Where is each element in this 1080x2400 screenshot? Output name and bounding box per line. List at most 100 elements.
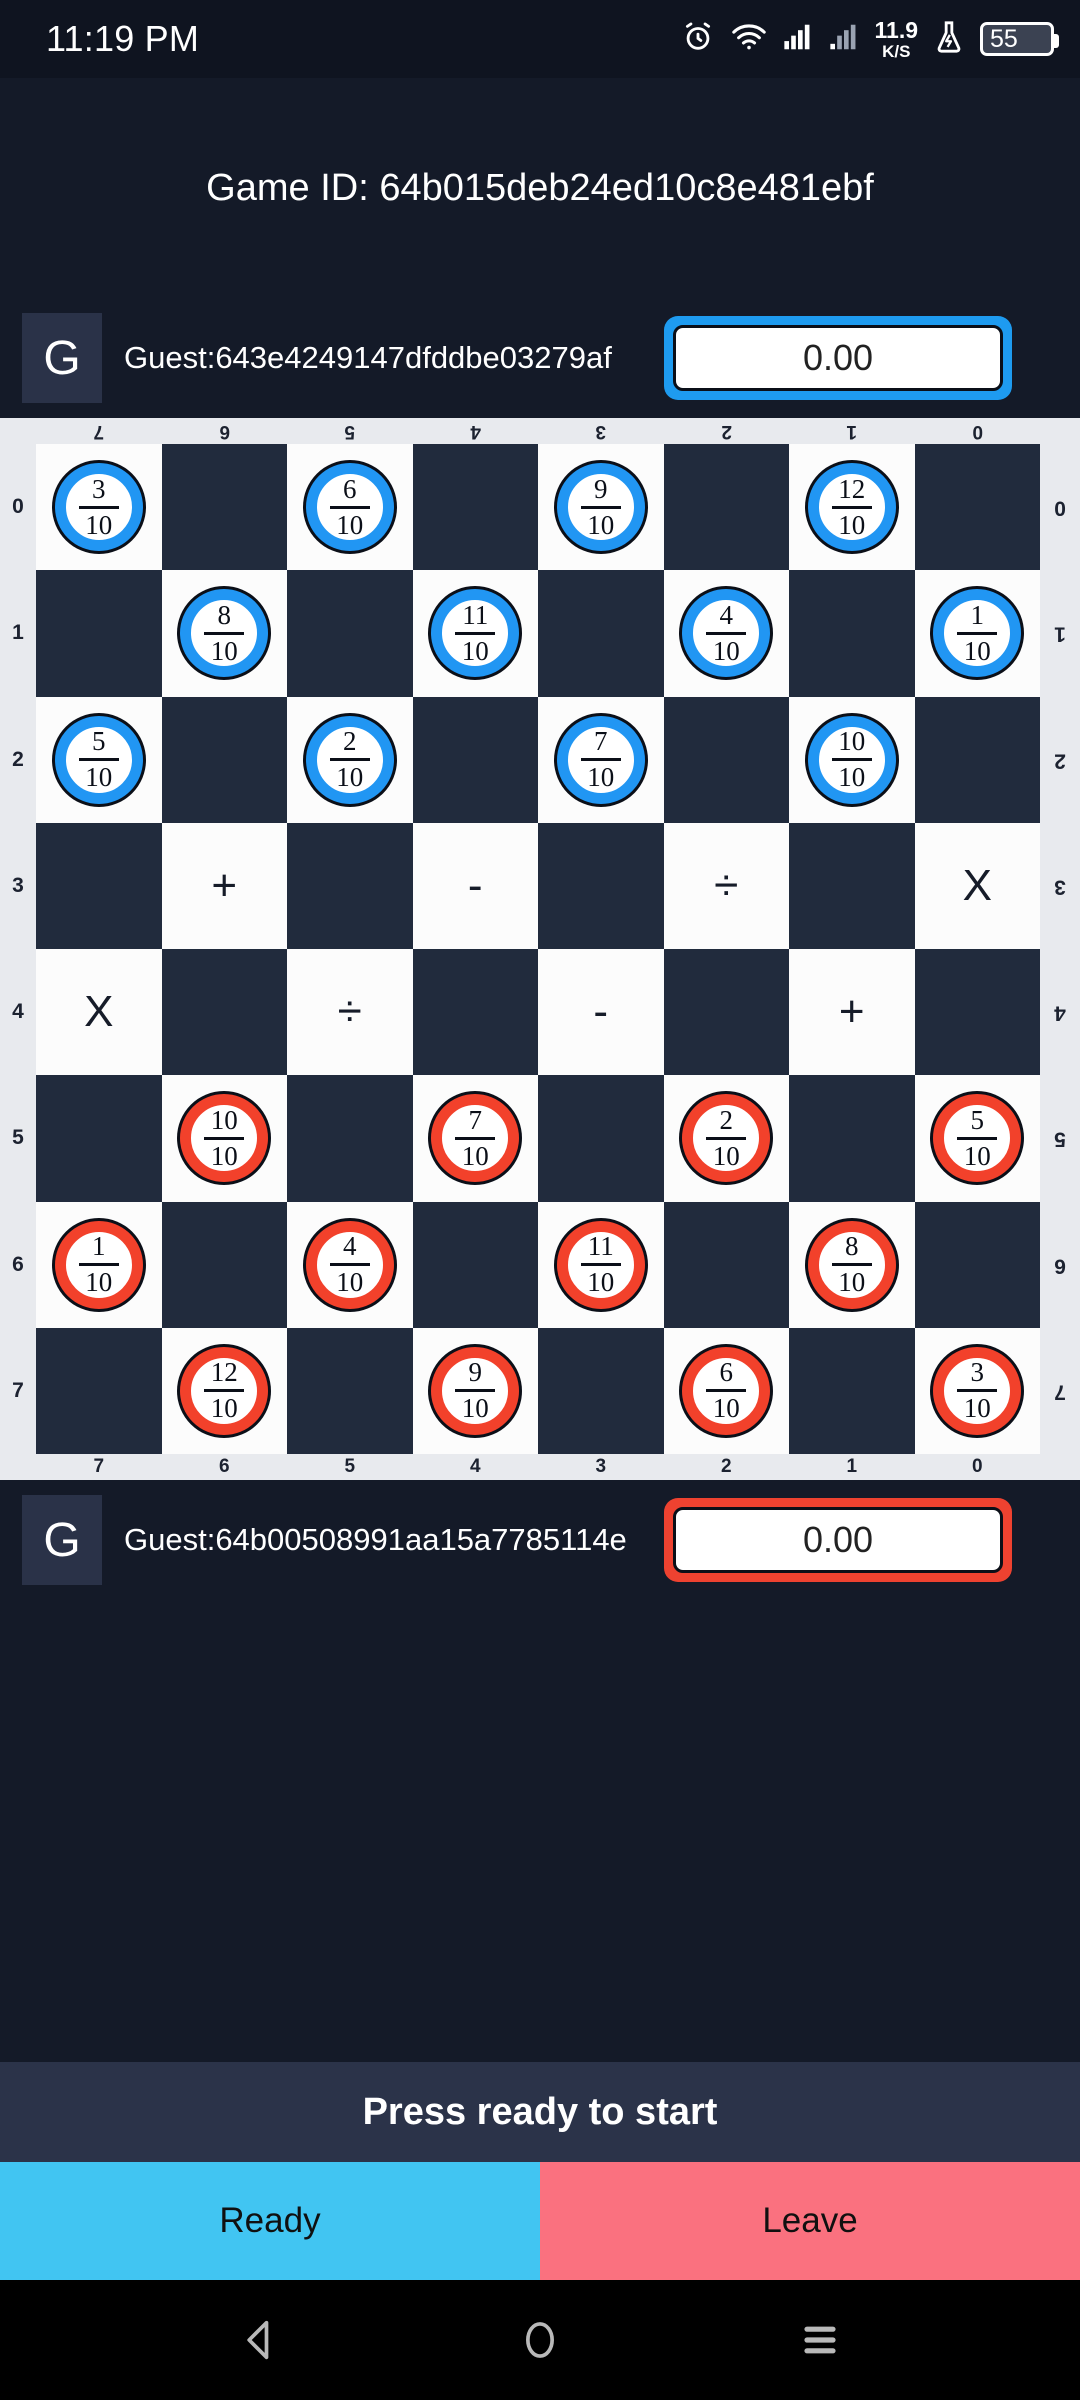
red-piece[interactable]: 12 10 xyxy=(180,1346,269,1435)
board-square-2-2[interactable]: 2 10 xyxy=(287,696,413,823)
board-square-4-0[interactable]: X xyxy=(36,949,162,1076)
operator-divide[interactable]: ÷ xyxy=(714,863,738,908)
board-square-3-0[interactable] xyxy=(36,822,162,949)
board-square-7-7[interactable]: 3 10 xyxy=(914,1327,1040,1454)
board-square-7-5[interactable]: 6 10 xyxy=(663,1327,789,1454)
board-square-2-0[interactable]: 5 10 xyxy=(36,696,162,823)
board-square-7-3[interactable]: 9 10 xyxy=(412,1327,538,1454)
operator-multiply[interactable]: X xyxy=(84,990,113,1034)
board-square-6-4[interactable]: 11 10 xyxy=(538,1201,664,1328)
board-square-2-5[interactable] xyxy=(663,696,789,823)
board-square-2-4[interactable]: 7 10 xyxy=(538,696,664,823)
board-square-5-2[interactable] xyxy=(287,1075,413,1202)
board-square-2-6[interactable]: 10 10 xyxy=(789,696,915,823)
operator-minus[interactable]: - xyxy=(593,990,608,1034)
ready-button[interactable]: Ready xyxy=(0,2162,540,2280)
red-piece[interactable]: 10 10 xyxy=(180,1094,269,1183)
board-square-4-1[interactable] xyxy=(161,949,287,1076)
red-piece[interactable]: 6 10 xyxy=(682,1346,771,1435)
board-square-0-1[interactable] xyxy=(161,444,287,571)
blue-piece[interactable]: 4 10 xyxy=(682,589,771,678)
board-grid[interactable]: 3 10 6 10 9 10 12 10 8 10 11 10 4 10 1 10 5 10 2 10 7 10 10 10 +… xyxy=(36,444,1040,1454)
blue-piece[interactable]: 12 10 xyxy=(807,463,896,552)
game-board[interactable]: 76543210 01234567 3 10 6 10 9 10 12 10 8 10 11 10 4 1… xyxy=(0,418,1080,1480)
board-square-2-7[interactable] xyxy=(914,696,1040,823)
board-square-7-1[interactable]: 12 10 xyxy=(161,1327,287,1454)
board-square-1-0[interactable] xyxy=(36,570,162,697)
board-square-5-5[interactable]: 2 10 xyxy=(663,1075,789,1202)
board-square-4-5[interactable] xyxy=(663,949,789,1076)
board-square-5-3[interactable]: 7 10 xyxy=(412,1075,538,1202)
board-square-4-7[interactable] xyxy=(914,949,1040,1076)
board-square-6-1[interactable] xyxy=(161,1201,287,1328)
back-icon[interactable] xyxy=(205,2285,315,2395)
board-square-3-1[interactable]: + xyxy=(161,822,287,949)
board-square-1-3[interactable]: 11 10 xyxy=(412,570,538,697)
board-square-3-2[interactable] xyxy=(287,822,413,949)
board-square-1-2[interactable] xyxy=(287,570,413,697)
board-square-6-6[interactable]: 8 10 xyxy=(789,1201,915,1328)
board-square-0-4[interactable]: 9 10 xyxy=(538,444,664,571)
board-square-6-2[interactable]: 4 10 xyxy=(287,1201,413,1328)
board-square-2-1[interactable] xyxy=(161,696,287,823)
board-square-5-7[interactable]: 5 10 xyxy=(914,1075,1040,1202)
red-piece[interactable]: 11 10 xyxy=(556,1220,645,1309)
blue-piece[interactable]: 1 10 xyxy=(933,589,1022,678)
board-square-0-6[interactable]: 12 10 xyxy=(789,444,915,571)
red-piece[interactable]: 5 10 xyxy=(933,1094,1022,1183)
board-square-5-4[interactable] xyxy=(538,1075,664,1202)
board-square-0-0[interactable]: 3 10 xyxy=(36,444,162,571)
board-square-0-2[interactable]: 6 10 xyxy=(287,444,413,571)
board-square-5-0[interactable] xyxy=(36,1075,162,1202)
board-square-5-6[interactable] xyxy=(789,1075,915,1202)
recents-icon[interactable] xyxy=(765,2285,875,2395)
blue-piece[interactable]: 2 10 xyxy=(305,715,394,804)
operator-plus[interactable]: + xyxy=(839,990,865,1034)
blue-piece[interactable]: 5 10 xyxy=(54,715,143,804)
blue-piece[interactable]: 10 10 xyxy=(807,715,896,804)
leave-button[interactable]: Leave xyxy=(540,2162,1080,2280)
board-square-6-3[interactable] xyxy=(412,1201,538,1328)
red-piece[interactable]: 4 10 xyxy=(305,1220,394,1309)
board-square-6-7[interactable] xyxy=(914,1201,1040,1328)
board-square-1-5[interactable]: 4 10 xyxy=(663,570,789,697)
operator-plus[interactable]: + xyxy=(211,863,237,908)
board-square-0-7[interactable] xyxy=(914,444,1040,571)
board-square-7-6[interactable] xyxy=(789,1327,915,1454)
board-square-7-2[interactable] xyxy=(287,1327,413,1454)
blue-piece[interactable]: 3 10 xyxy=(54,463,143,552)
board-square-3-3[interactable]: - xyxy=(412,822,538,949)
board-square-6-0[interactable]: 1 10 xyxy=(36,1201,162,1328)
blue-piece[interactable]: 8 10 xyxy=(180,589,269,678)
board-square-2-3[interactable] xyxy=(412,696,538,823)
board-square-7-0[interactable] xyxy=(36,1327,162,1454)
board-square-1-1[interactable]: 8 10 xyxy=(161,570,287,697)
board-square-3-6[interactable] xyxy=(789,822,915,949)
board-square-3-7[interactable]: X xyxy=(914,822,1040,949)
board-square-1-6[interactable] xyxy=(789,570,915,697)
red-piece[interactable]: 1 10 xyxy=(54,1220,143,1309)
board-square-1-7[interactable]: 1 10 xyxy=(914,570,1040,697)
blue-piece[interactable]: 11 10 xyxy=(431,589,520,678)
board-square-4-2[interactable]: ÷ xyxy=(287,949,413,1076)
blue-piece[interactable]: 7 10 xyxy=(556,715,645,804)
blue-piece[interactable]: 6 10 xyxy=(305,463,394,552)
red-piece[interactable]: 8 10 xyxy=(807,1220,896,1309)
board-square-0-3[interactable] xyxy=(412,444,538,571)
red-piece[interactable]: 9 10 xyxy=(431,1346,520,1435)
red-piece[interactable]: 2 10 xyxy=(682,1094,771,1183)
home-icon[interactable] xyxy=(485,2285,595,2395)
board-square-7-4[interactable] xyxy=(538,1327,664,1454)
blue-piece[interactable]: 9 10 xyxy=(556,463,645,552)
board-square-0-5[interactable] xyxy=(663,444,789,571)
operator-multiply[interactable]: X xyxy=(963,863,992,908)
board-square-1-4[interactable] xyxy=(538,570,664,697)
red-piece[interactable]: 3 10 xyxy=(933,1346,1022,1435)
board-square-3-4[interactable] xyxy=(538,822,664,949)
operator-divide[interactable]: ÷ xyxy=(338,990,362,1034)
operator-minus[interactable]: - xyxy=(468,863,483,908)
board-square-6-5[interactable] xyxy=(663,1201,789,1328)
board-square-3-5[interactable]: ÷ xyxy=(663,822,789,949)
board-square-5-1[interactable]: 10 10 xyxy=(161,1075,287,1202)
red-piece[interactable]: 7 10 xyxy=(431,1094,520,1183)
